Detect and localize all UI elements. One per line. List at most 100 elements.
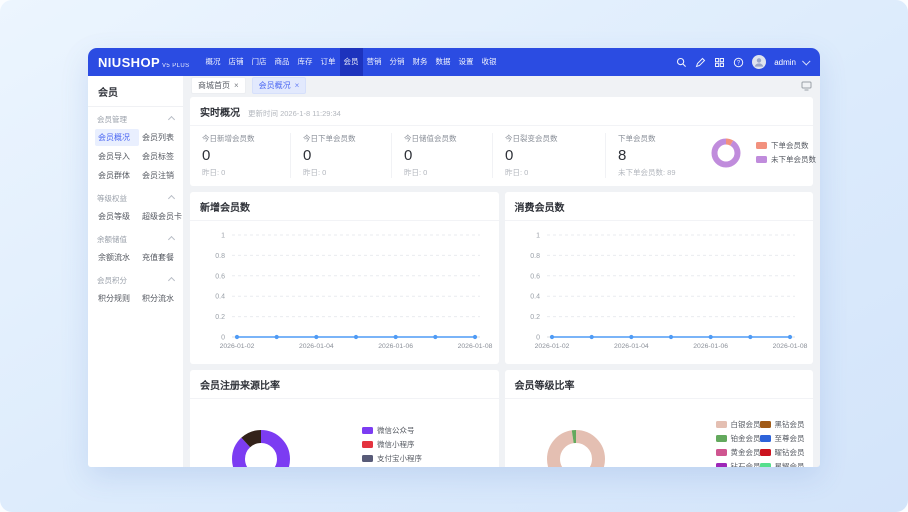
brand-logo[interactable]: NIUSHOP V5 PLUS — [98, 55, 190, 70]
legend-swatch — [760, 463, 771, 467]
sidebar-item[interactable]: 会员列表 — [139, 129, 183, 146]
sidebar-group-header[interactable]: 等级权益 — [95, 191, 176, 207]
svg-text:?: ? — [737, 60, 741, 66]
chevron-up-icon — [168, 277, 175, 284]
nav-item[interactable]: 商品 — [271, 48, 294, 76]
legend-item[interactable]: 黑钻会员 — [760, 421, 802, 429]
brand-edition: V5 PLUS — [162, 63, 189, 69]
legend-item[interactable]: 至尊会员 — [760, 435, 802, 443]
svg-text:2026-01-02: 2026-01-02 — [534, 343, 569, 350]
sidebar-group-items: 会员概况会员列表会员导入会员标签会员群体会员注销 — [95, 128, 176, 185]
tab[interactable]: 会员概况 × — [252, 77, 307, 94]
nav-item[interactable]: 会员 — [340, 48, 363, 76]
nav-item[interactable]: 分销 — [386, 48, 409, 76]
sidebar-item[interactable]: 会员等级 — [95, 208, 139, 225]
stat-card: 今日新增会员数0昨日: 0 — [202, 133, 290, 178]
sidebar-group-header[interactable]: 余额储值 — [95, 232, 176, 248]
nav-item[interactable]: 数据 — [432, 48, 455, 76]
sidebar-group-header[interactable]: 会员管理 — [95, 112, 176, 128]
legend-item[interactable]: 铂金会员 — [716, 435, 758, 443]
monitor-icon[interactable] — [801, 81, 812, 91]
stat-label: 今日新增会员数 — [202, 133, 290, 144]
nav-item[interactable]: 概况 — [202, 48, 225, 76]
sidebar-item[interactable]: 会员概况 — [95, 129, 139, 146]
legend-swatch — [760, 449, 771, 456]
apps-icon[interactable] — [714, 57, 725, 68]
sidebar-group: 余额储值余额流水充值套餐 — [88, 227, 183, 268]
legend-item[interactable]: 支付宝小程序 — [362, 455, 422, 463]
legend-item[interactable]: 黄金会员 — [716, 449, 758, 457]
close-icon[interactable]: × — [295, 82, 300, 90]
pie-charts-row: 会员注册来源比率 微信公众号微信小程序支付宝小程序PC 会员等级比率 — [190, 370, 813, 467]
tab[interactable]: 商城首页 × — [191, 77, 246, 94]
stat-sub: 昨日: 0 — [202, 167, 290, 178]
legend-item[interactable]: 微信公众号 — [362, 427, 422, 435]
stat-sub: 未下单会员数: 89 — [618, 167, 706, 178]
nav-item[interactable]: 库存 — [294, 48, 317, 76]
legend-item[interactable]: 白银会员 — [716, 421, 758, 429]
legend-swatch — [362, 427, 373, 434]
svg-text:0: 0 — [536, 334, 540, 341]
help-icon[interactable]: ? — [733, 57, 744, 68]
sidebar-item[interactable]: 会员群体 — [95, 167, 139, 184]
realtime-panel-header: 实时概况 更新时间 2026-1-8 11:29:34 — [190, 97, 813, 126]
sidebar-group: 会员积分积分规则积分流水 — [88, 268, 183, 309]
svg-text:2026-01-08: 2026-01-08 — [772, 343, 807, 350]
stat-sub: 昨日: 0 — [404, 167, 492, 178]
sidebar-group: 等级权益会员等级超级会员卡 — [88, 186, 183, 227]
legend-label: 星耀会员 — [775, 463, 805, 467]
sidebar-item[interactable]: 余额流水 — [95, 249, 139, 266]
svg-text:0.6: 0.6 — [530, 273, 540, 280]
legend-item[interactable]: 下单会员数 — [756, 142, 816, 150]
legend-item[interactable]: 星耀会员 — [760, 463, 802, 467]
sidebar-groups: 会员管理会员概况会员列表会员导入会员标签会员群体会员注销等级权益会员等级超级会员… — [88, 107, 183, 309]
app-frame: 会员 会员管理会员概况会员列表会员导入会员标签会员群体会员注销等级权益会员等级超… — [88, 76, 820, 467]
sidebar-item[interactable]: 充值套餐 — [139, 249, 183, 266]
legend-label: 黄金会员 — [731, 449, 761, 457]
legend-label: 黑钻会员 — [775, 421, 805, 429]
sidebar-item[interactable]: 会员注销 — [139, 167, 183, 184]
sidebar-item[interactable]: 会员标签 — [139, 148, 183, 165]
sidebar-item[interactable]: 会员导入 — [95, 148, 139, 165]
nav-item[interactable]: 设置 — [455, 48, 478, 76]
new-members-line-chart: 00.20.40.60.812026-01-022026-01-042026-0… — [190, 223, 496, 363]
nav-item[interactable]: 订单 — [317, 48, 340, 76]
legend-item[interactable]: 微信小程序 — [362, 441, 422, 449]
legend-swatch — [756, 142, 767, 149]
legend-item[interactable]: 曜钻会员 — [760, 449, 802, 457]
consume-members-panel: 消费会员数 00.20.40.60.812026-01-022026-01-04… — [505, 192, 814, 364]
legend-item[interactable]: 未下单会员数 — [756, 156, 816, 164]
sidebar-item[interactable]: 积分规则 — [95, 290, 139, 307]
sidebar-group-label: 会员管理 — [97, 114, 127, 125]
main-area: 商城首页 × 会员概况 × 实时概况 更新时间 2026-1-8 11:29:34 — [183, 76, 820, 467]
stat-value: 0 — [404, 147, 492, 164]
username[interactable]: admin — [774, 58, 796, 67]
sidebar-group-items: 积分规则积分流水 — [95, 289, 176, 308]
legend-swatch — [362, 441, 373, 448]
stat-value: 8 — [618, 147, 706, 164]
member-level-donut — [511, 399, 641, 467]
sidebar-group-header[interactable]: 会员积分 — [95, 273, 176, 289]
close-icon[interactable]: × — [234, 82, 239, 90]
svg-text:0.8: 0.8 — [215, 252, 225, 259]
nav-item[interactable]: 营销 — [363, 48, 386, 76]
avatar[interactable] — [752, 55, 766, 69]
nav-item[interactable]: 门店 — [248, 48, 271, 76]
nav-item[interactable]: 财务 — [409, 48, 432, 76]
stat-card: 下单会员数8未下单会员数: 89 — [605, 133, 706, 178]
legend-swatch — [760, 421, 771, 428]
sidebar-group-label: 等级权益 — [97, 193, 127, 204]
tab-label: 会员概况 — [259, 80, 291, 91]
sidebar-item[interactable]: 超级会员卡 — [139, 208, 183, 225]
pen-icon[interactable] — [695, 57, 706, 68]
chevron-down-icon[interactable] — [802, 57, 810, 65]
sidebar-item[interactable]: 积分流水 — [139, 290, 183, 307]
nav-item[interactable]: 收银 — [478, 48, 501, 76]
svg-text:0.4: 0.4 — [215, 293, 225, 300]
search-icon[interactable] — [676, 57, 687, 68]
stat-value: 0 — [505, 147, 605, 164]
svg-text:0.2: 0.2 — [530, 314, 540, 321]
tab-label: 商城首页 — [198, 80, 230, 91]
nav-item[interactable]: 店铺 — [225, 48, 248, 76]
legend-item[interactable]: 钻石会员 — [716, 463, 758, 467]
